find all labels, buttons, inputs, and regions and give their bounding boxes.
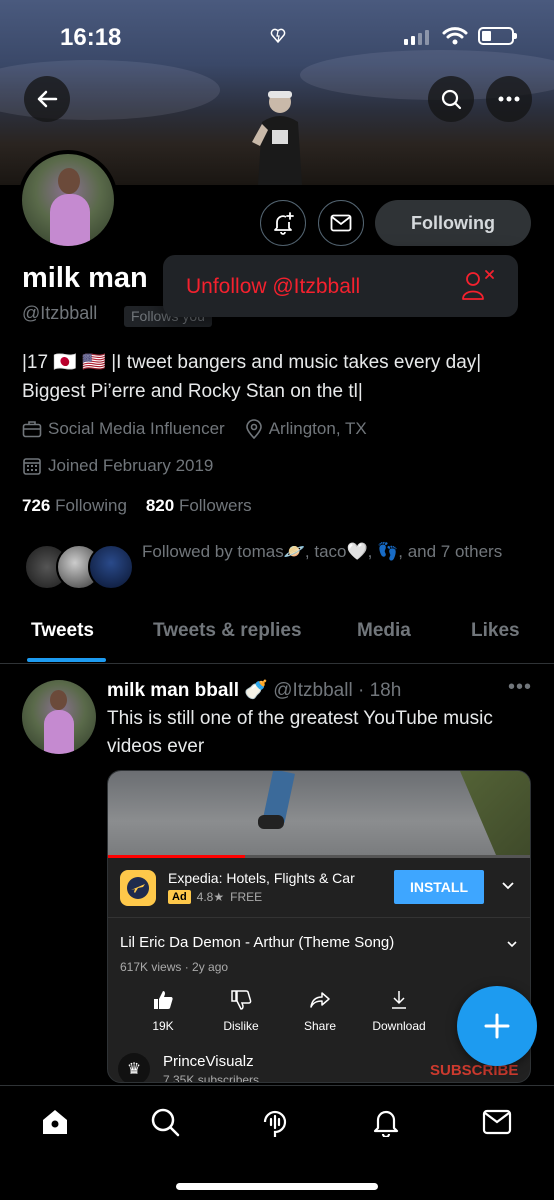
unfollow-label[interactable]: Unfollow @Itzbball: [186, 275, 360, 299]
tweet-avatar[interactable]: [22, 680, 96, 754]
following-link[interactable]: 726 Following: [22, 496, 127, 515]
ad-subtitle: Ad 4.8★ FREE: [168, 890, 262, 904]
install-button[interactable]: INSTALL: [394, 870, 484, 904]
channel-name[interactable]: PrinceVisualz: [163, 1053, 254, 1070]
tab-tweets-replies[interactable]: Tweets & replies: [153, 620, 302, 642]
tweet-more-icon[interactable]: •••: [508, 676, 532, 699]
more-options-button[interactable]: [486, 76, 532, 122]
nav-spaces[interactable]: [257, 1104, 293, 1140]
share-video-button[interactable]: Share: [285, 989, 355, 1033]
thumbs-up-icon: [154, 991, 173, 1009]
download-video-button[interactable]: Download: [364, 989, 434, 1033]
plus-icon: [484, 1013, 510, 1039]
nav-messages[interactable]: [479, 1104, 515, 1140]
tab-tweets[interactable]: Tweets: [31, 620, 94, 642]
bell-icon: [373, 1110, 399, 1137]
status-time: 16:18: [60, 24, 122, 51]
bio-line: Biggest Pi’erre and Rocky Stan on the tl…: [22, 381, 363, 402]
nav-home[interactable]: [37, 1104, 73, 1140]
followers-label: Followers: [178, 496, 252, 515]
profile-category: Social Media Influencer: [48, 419, 225, 438]
ad-rating: 4.8★: [196, 890, 225, 904]
following-count: 726: [22, 496, 51, 515]
profile-handle: @Itzbball: [22, 303, 98, 323]
chevron-down-icon[interactable]: [505, 937, 519, 951]
bio-line: |17 🇯🇵 🇺🇸 |I tweet bangers and music tak…: [22, 352, 482, 373]
profile-bio: |17 🇯🇵 🇺🇸 |I tweet bangers and music tak…: [22, 348, 542, 406]
unfollow-popup[interactable]: Unfollow @Itzbball: [163, 255, 518, 317]
arrow-left-icon: [37, 90, 58, 108]
followers-count: 820: [145, 496, 175, 515]
microphone-spaces-icon: [263, 1110, 287, 1137]
compose-tweet-button[interactable]: [457, 986, 537, 1066]
dislike-label: Dislike: [223, 1019, 259, 1033]
wifi-icon: [442, 27, 468, 45]
cellular-signal-icon: [404, 30, 429, 45]
search-button[interactable]: [428, 76, 474, 122]
followed-by-text[interactable]: Followed by tomas🪐, taco🤍, 👣, and 7 othe…: [142, 538, 522, 565]
tab-media[interactable]: Media: [357, 620, 411, 642]
video-views: 617K views · 2y ago: [120, 960, 229, 974]
tweet-author-name[interactable]: milk man bball 🍼: [107, 680, 268, 701]
battery-icon: [478, 27, 517, 45]
profile-joined: Joined February 2019: [48, 456, 214, 475]
home-indicator: [176, 1183, 378, 1190]
video-frame[interactable]: [108, 771, 530, 855]
share-label: Share: [303, 1019, 337, 1033]
tweet-text: This is still one of the greatest YouTub…: [107, 708, 493, 757]
envelope-icon: [330, 214, 352, 232]
ad-badge: Ad: [168, 890, 191, 904]
download-label: Download: [372, 1019, 426, 1033]
expedia-plane-icon: [120, 870, 156, 906]
followed-by-avatars[interactable]: [24, 544, 134, 590]
following-button[interactable]: Following: [375, 200, 531, 246]
channel-subscribers: 7.35K subscribers: [163, 1073, 260, 1083]
location-pin-icon: [245, 419, 262, 439]
search-icon: [151, 1108, 180, 1137]
notifications-bell-button[interactable]: [260, 200, 306, 246]
heart-status-icon: [270, 28, 286, 49]
following-label: Following: [55, 496, 127, 515]
more-dots-icon: [498, 96, 520, 102]
thumbs-down-icon: [231, 990, 252, 1010]
followers-link[interactable]: 820 Followers: [146, 496, 252, 515]
profile-joined-row: Joined February 2019: [22, 456, 213, 476]
active-tab-indicator: [27, 658, 106, 662]
search-icon: [441, 89, 462, 110]
bell-plus-icon: [274, 212, 294, 235]
dislike-video-button[interactable]: Dislike: [206, 989, 276, 1033]
user-remove-icon: [462, 270, 494, 300]
ad-title: Expedia: Hotels, Flights & Car: [168, 870, 355, 886]
download-icon: [392, 991, 406, 1009]
like-count: 19K: [152, 1019, 174, 1033]
like-video-button[interactable]: 19K: [128, 989, 198, 1033]
home-icon: [43, 1110, 67, 1134]
ad-price: FREE: [230, 890, 263, 904]
profile-meta-row: Social Media Influencer Arlington, TX: [22, 419, 367, 439]
profile-location: Arlington, TX: [268, 419, 367, 438]
share-icon: [310, 992, 330, 1008]
banner-figure: [252, 91, 302, 185]
avatar: [88, 544, 134, 590]
tweet-meta: @Itzbball · 18h: [273, 680, 402, 701]
message-button[interactable]: [318, 200, 364, 246]
calendar-icon: [23, 458, 41, 475]
bottom-navigation: [0, 1085, 554, 1200]
nav-notifications[interactable]: [368, 1104, 404, 1140]
nav-search[interactable]: [147, 1104, 183, 1140]
tweet-header: milk man bball 🍼 @Itzbball · 18h: [107, 678, 401, 702]
chevron-down-icon[interactable]: [500, 877, 516, 893]
profile-tabs: Tweets Tweets & replies Media Likes: [0, 614, 554, 664]
crown-icon: ♛: [118, 1053, 150, 1082]
video-title[interactable]: Lil Eric Da Demon - Arthur (Theme Song): [120, 934, 394, 951]
envelope-icon: [482, 1109, 512, 1135]
follow-counts: 726 Following 820 Followers: [22, 496, 252, 516]
profile-avatar[interactable]: [18, 150, 118, 250]
status-bar: 16:18: [0, 0, 554, 72]
back-button[interactable]: [24, 76, 70, 122]
tab-likes[interactable]: Likes: [471, 620, 520, 642]
profile-name: milk man: [22, 262, 148, 294]
briefcase-icon: [22, 421, 42, 438]
ad-banner[interactable]: Expedia: Hotels, Flights & Car Ad 4.8★ F…: [108, 858, 530, 918]
